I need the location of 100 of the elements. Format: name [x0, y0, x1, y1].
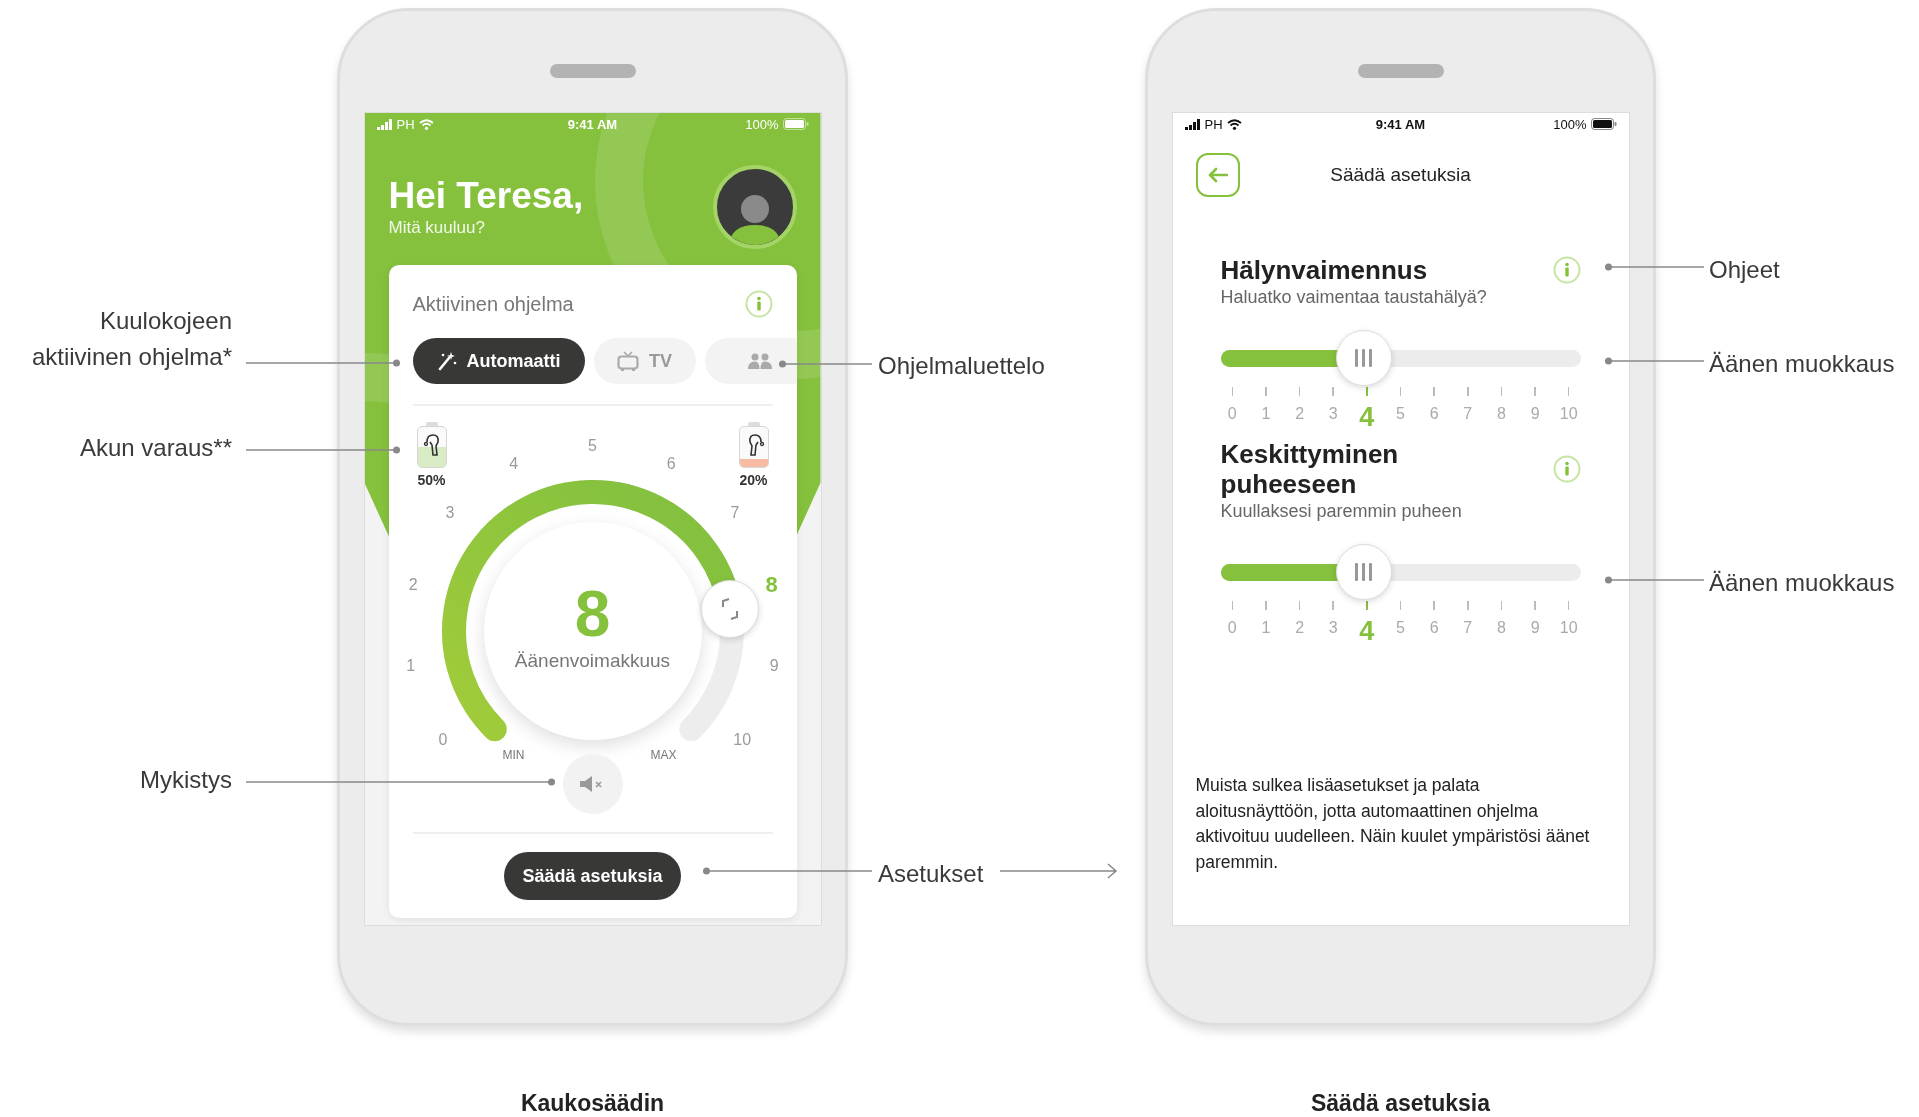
tick-label: 4	[1359, 616, 1375, 647]
tick-label: 1	[1261, 405, 1271, 423]
dial-number: 8	[765, 574, 778, 596]
tick-label: 5	[1396, 619, 1405, 637]
adjust-settings-button[interactable]: Säädä asetuksia	[504, 852, 681, 900]
tick-mark	[1534, 387, 1536, 396]
battery-reading: 20%	[739, 472, 768, 488]
status-time: 9:41 AM	[1375, 116, 1426, 132]
wifi-icon	[418, 118, 434, 130]
wifi-icon	[1226, 118, 1242, 130]
people-icon	[747, 353, 772, 369]
tick-mark	[1467, 601, 1469, 610]
greeting-title: Hei Teresa,	[388, 176, 584, 214]
tick-label: 10	[1559, 405, 1578, 423]
tick-mark	[1298, 601, 1301, 610]
callout-label: Äänen muokkaus	[1709, 349, 1895, 379]
signal-icon	[1184, 118, 1201, 130]
tick-label: 5	[1396, 405, 1405, 423]
tick-mark	[1332, 601, 1334, 610]
signal-icon	[376, 118, 393, 130]
tick-label: 9	[1530, 619, 1540, 637]
phone-caption: Kaukosäädin	[520, 1090, 665, 1117]
setting-description: Haluatko vaimentaa taustahälyä?	[1220, 287, 1488, 308]
info-icon[interactable]	[744, 290, 773, 318]
setting-title: Keskittyminen puheeseen	[1220, 439, 1400, 499]
status-time: 9:41 AM	[567, 116, 618, 132]
battery-reading: 50%	[417, 472, 446, 488]
tick-mark	[1433, 601, 1435, 610]
dial-number: 7	[730, 505, 740, 522]
back-arrow-icon	[1207, 167, 1228, 183]
callout-label: Ohjelmaluettelo	[878, 351, 1045, 381]
dial-number: 0	[438, 731, 448, 748]
tick-label: 8	[1497, 405, 1506, 423]
tick-label: 7	[1463, 405, 1473, 423]
battery-icon	[1590, 118, 1617, 130]
volume-value: 8	[574, 582, 611, 646]
callout-label: Asetukset	[878, 859, 984, 889]
dial-number: 4	[509, 455, 519, 472]
program-tab[interactable]: Automaatti	[412, 338, 585, 384]
tick-mark	[1567, 601, 1570, 610]
tick-mark	[1399, 387, 1402, 396]
tick-mark	[1500, 601, 1503, 610]
greeting-subtitle: Mitä kuuluu?	[388, 217, 486, 238]
tick-label: 7	[1463, 619, 1473, 637]
setting-title: Hälynvaimennus	[1220, 255, 1428, 285]
back-button[interactable]	[1195, 153, 1240, 197]
callout-label: Mykistys	[140, 765, 232, 795]
dial-knob[interactable]	[700, 580, 759, 639]
dial-number: 1	[406, 657, 416, 674]
volume-label: Äänenvoimakkuus	[514, 650, 671, 672]
tick-mark	[1534, 601, 1536, 610]
tick-mark	[1231, 601, 1234, 610]
battery-icon	[782, 118, 809, 130]
tick-label: 10	[1559, 619, 1578, 637]
tick-mark	[1433, 387, 1435, 396]
dial-number: 6	[666, 455, 676, 472]
callout-label: Akun varaus**	[79, 433, 232, 463]
tick-mark	[1231, 387, 1234, 396]
tick-label: 1	[1261, 619, 1271, 637]
tick-mark	[1298, 387, 1301, 396]
tick-mark	[1399, 601, 1402, 610]
min-label: MIN	[502, 748, 525, 762]
tick-label: 9	[1530, 405, 1540, 423]
reminder-text: Muista sulkea lisäasetukset ja palata aloitusnäyttöön, jotta automaattinen ohjelma aktivoituu uudelleen. Näin kuulet ympäristösi äänet paremmin.	[1195, 774, 1591, 874]
dial-number: 10	[733, 731, 752, 748]
phone-caption: Säädä asetuksia	[1311, 1090, 1490, 1117]
tick-label: 2	[1295, 405, 1305, 423]
tick-label: 0	[1227, 619, 1237, 637]
tick-mark	[1332, 387, 1334, 396]
tick-label: 0	[1227, 405, 1237, 423]
carrier-name: PH	[396, 116, 415, 132]
battery-percent: 100%	[1553, 116, 1587, 132]
dial-number: 2	[408, 577, 418, 593]
magic-wand-icon	[436, 351, 457, 371]
tick-label: 6	[1429, 405, 1439, 423]
tv-icon	[617, 351, 639, 371]
tick-mark	[1500, 387, 1503, 396]
program-tab[interactable]	[704, 338, 797, 384]
battery-percent: 100%	[745, 116, 779, 132]
carrier-name: PH	[1204, 116, 1223, 132]
info-icon[interactable]	[1552, 455, 1581, 483]
tick-label: 6	[1429, 619, 1439, 637]
callout-label: Kuulokojeen aktiivinen ohjelma*	[30, 306, 232, 372]
tick-label: 4	[1359, 402, 1375, 433]
tick-mark	[1365, 601, 1369, 610]
tick-label: 3	[1328, 619, 1338, 637]
tick-mark	[1265, 387, 1267, 396]
card-title: Aktiivinen ohjelma	[412, 292, 574, 316]
tick-label: 8	[1497, 619, 1506, 637]
callout-label: Ohjeet	[1709, 255, 1780, 285]
slider-thumb[interactable]	[1335, 544, 1392, 600]
callout-label: Äänen muokkaus	[1709, 568, 1895, 598]
tick-label: 3	[1328, 405, 1338, 423]
tick-mark	[1365, 387, 1369, 396]
max-label: MAX	[650, 748, 677, 762]
tick-mark	[1265, 601, 1267, 610]
tick-mark	[1567, 387, 1570, 396]
tick-mark	[1467, 387, 1469, 396]
slider-thumb[interactable]	[1335, 330, 1392, 386]
info-icon[interactable]	[1552, 256, 1581, 284]
